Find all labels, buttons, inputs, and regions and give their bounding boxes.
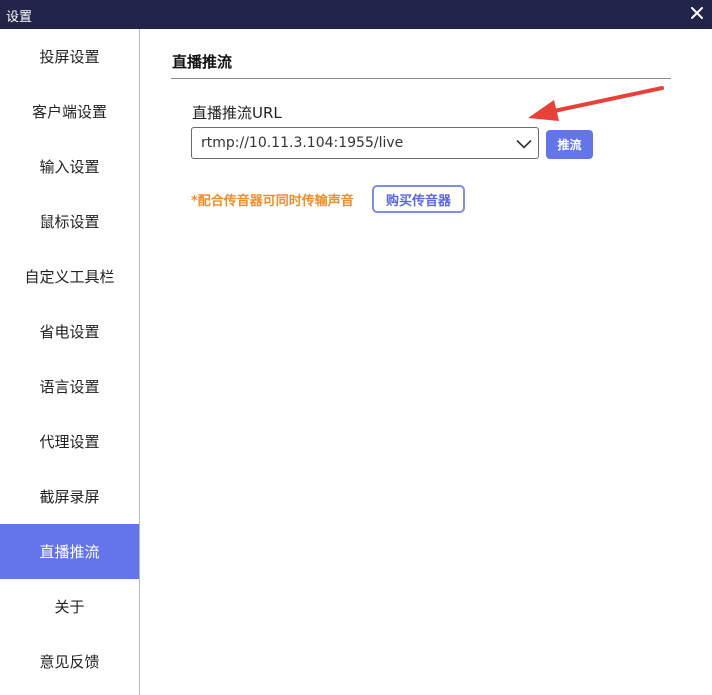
chevron-down-icon[interactable] — [516, 136, 532, 150]
sidebar-item-live-streaming[interactable]: 直播推流 — [0, 524, 139, 579]
sidebar-item-feedback[interactable]: 意见反馈 — [0, 634, 139, 689]
stream-url-value[interactable]: rtmp://10.11.3.104:1955/live — [201, 135, 403, 151]
close-icon[interactable] — [688, 4, 706, 22]
settings-content: 直播推流 直播推流URL rtmp://10.11.3.104:1955/liv… — [141, 29, 712, 695]
push-stream-button[interactable]: 推流 — [546, 130, 593, 159]
sidebar-item-client-settings[interactable]: 客户端设置 — [0, 84, 139, 139]
title-bar: 设置 — [0, 0, 712, 29]
sidebar-item-input-settings[interactable]: 输入设置 — [0, 139, 139, 194]
section-title: 直播推流 — [172, 53, 233, 71]
stream-url-label: 直播推流URL — [192, 104, 282, 122]
sidebar-item-mouse-settings[interactable]: 鼠标设置 — [0, 194, 139, 249]
sidebar-item-about[interactable]: 关于 — [0, 579, 139, 634]
sidebar-item-screenshot-recording[interactable]: 截屏录屏 — [0, 469, 139, 524]
buy-transmitter-button[interactable]: 购买传音器 — [372, 185, 465, 213]
transmitter-note: *配合传音器可同时传输声音 — [191, 194, 354, 209]
settings-sidebar: 投屏设置 客户端设置 输入设置 鼠标设置 自定义工具栏 省电设置 语言设置 代理… — [0, 29, 140, 695]
sidebar-item-cast-settings[interactable]: 投屏设置 — [0, 29, 139, 84]
sidebar-item-proxy-settings[interactable]: 代理设置 — [0, 414, 139, 469]
sidebar-item-custom-toolbar[interactable]: 自定义工具栏 — [0, 249, 139, 304]
section-divider — [171, 78, 671, 79]
sidebar-item-language-settings[interactable]: 语言设置 — [0, 359, 139, 414]
stream-url-select[interactable]: rtmp://10.11.3.104:1955/live — [191, 127, 539, 159]
sidebar-item-power-saving[interactable]: 省电设置 — [0, 304, 139, 359]
window-title: 设置 — [6, 10, 33, 25]
